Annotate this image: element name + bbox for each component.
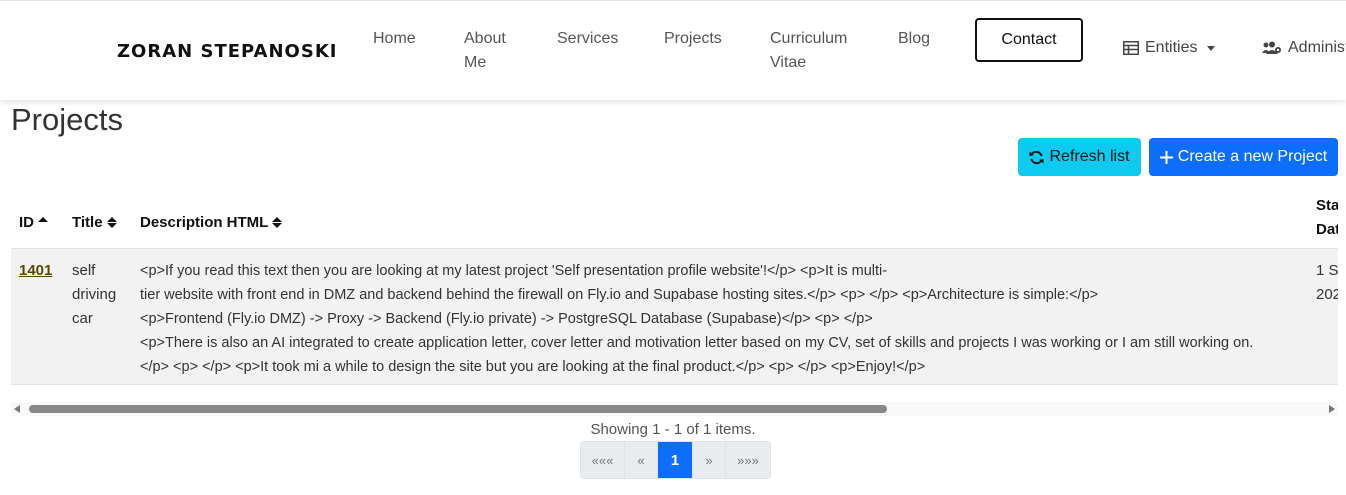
start-date-line: 2024 [1316, 286, 1338, 303]
cell-start-date: 1 Sep 2024 [1316, 259, 1338, 307]
page-current-button[interactable]: 1 [658, 442, 693, 478]
page-last-button[interactable]: »»» [726, 442, 770, 478]
project-id-link[interactable]: 1401 [19, 262, 52, 279]
sort-icon [272, 217, 283, 228]
contact-button[interactable]: Contact [975, 18, 1083, 62]
nav-blog[interactable]: Blog [898, 27, 930, 51]
users-cog-icon [1262, 41, 1281, 54]
plus-icon [1159, 150, 1173, 164]
nav-projects-label: Projects [664, 30, 722, 47]
nav-blog-label: Blog [898, 30, 931, 47]
description-line: tier website with front end in DMZ and b… [140, 287, 1099, 303]
refresh-list-label: Refresh list [1049, 148, 1130, 165]
scroll-left-arrow-icon[interactable] [14, 405, 20, 413]
admin-label: Administration [1288, 39, 1346, 56]
sync-icon [1029, 150, 1045, 164]
sort-asc-icon [38, 217, 48, 222]
page-prev-button[interactable]: « [625, 442, 658, 478]
description-line: <p>If you read this text then you are lo… [140, 263, 888, 279]
column-header-description[interactable]: Description HTML [140, 214, 283, 231]
create-project-button[interactable]: Create a new Project [1149, 138, 1338, 176]
nav-about-label-1: About [464, 30, 506, 47]
cell-title: self driving car [72, 259, 116, 331]
table-row[interactable]: 1401 self driving car <p>If you read thi… [11, 248, 1338, 385]
nav-home[interactable]: Home [373, 27, 416, 51]
page-title: Projects [11, 102, 123, 137]
nav-services[interactable]: Services [557, 27, 618, 51]
page-first-button[interactable]: ««« [581, 442, 625, 478]
nav-curriculum-vitae[interactable]: Curriculum Vitae [770, 27, 847, 75]
title-line: driving [72, 286, 117, 303]
sort-icon [106, 217, 117, 228]
description-line: <p>Frontend (Fly.io DMZ) -> Proxy -> Bac… [140, 311, 873, 327]
description-line: <p>There is also an AI integrated to cre… [140, 335, 1254, 351]
table-icon [1123, 41, 1139, 55]
pagination: ««« « 1 » »»» [580, 441, 771, 479]
column-header-start-label-1: Start [1316, 197, 1338, 214]
description-line: </p> <p> </p> <p>It took mi a while to d… [140, 359, 926, 375]
items-count-text: Showing 1 - 1 of 1 items. [590, 421, 756, 438]
horizontal-scrollbar[interactable] [11, 402, 1338, 416]
column-header-start-date[interactable]: Start Date [1316, 194, 1338, 242]
cell-description: <p>If you read this text then you are lo… [140, 259, 1253, 379]
title-line: car [72, 310, 93, 327]
chevron-down-icon [1207, 45, 1216, 51]
admin-dropdown[interactable]: Administration [1262, 39, 1346, 57]
nav-projects[interactable]: Projects [664, 27, 722, 51]
column-header-title[interactable]: Title [72, 214, 117, 231]
refresh-list-button[interactable]: Refresh list [1018, 138, 1141, 176]
start-date-line: 1 Sep [1316, 262, 1338, 279]
nav-about-label-2: Me [464, 54, 487, 71]
cell-id: 1401 [19, 259, 52, 283]
column-header-title-label: Title [72, 214, 103, 231]
brand-logo[interactable]: ZORAN STEPANOSKI [117, 41, 337, 62]
scroll-right-arrow-icon[interactable] [1329, 405, 1335, 413]
scrollbar-thumb[interactable] [29, 405, 887, 413]
top-navbar: ZORAN STEPANOSKI Home About Me Services … [0, 0, 1346, 100]
column-header-start-label-2: Date [1316, 221, 1338, 238]
column-header-id-label: ID [19, 214, 34, 231]
create-project-label: Create a new Project [1177, 148, 1328, 165]
nav-home-label: Home [373, 30, 416, 47]
title-line: self [72, 262, 96, 279]
entities-dropdown[interactable]: Entities [1123, 39, 1216, 57]
column-header-id[interactable]: ID [19, 214, 48, 231]
nav-services-label: Services [557, 30, 619, 47]
projects-table: ID Title Description HTML Start Date 140… [11, 190, 1338, 386]
nav-cv-label-1: Curriculum [770, 30, 848, 47]
nav-cv-label-2: Vitae [770, 54, 807, 71]
contact-button-label: Contact [1001, 31, 1057, 48]
page-next-button[interactable]: » [693, 442, 726, 478]
column-header-description-label: Description HTML [140, 214, 269, 231]
nav-about-me[interactable]: About Me [464, 27, 506, 75]
entities-label: Entities [1145, 39, 1198, 56]
